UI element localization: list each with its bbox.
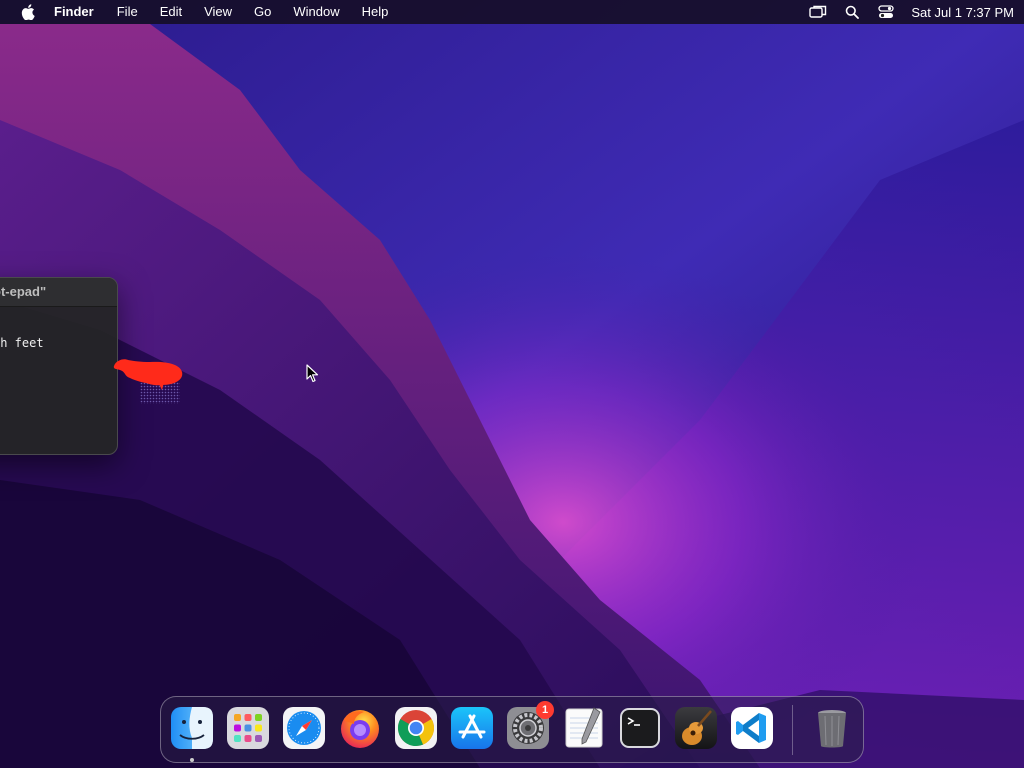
app-store-icon[interactable] — [450, 706, 494, 750]
trash-icon[interactable] — [810, 706, 854, 750]
launchpad-icon[interactable] — [226, 706, 270, 750]
mouse-cursor-icon — [306, 364, 320, 384]
chrome-icon[interactable] — [394, 706, 438, 750]
terminal-icon[interactable] — [618, 706, 662, 750]
menu-window[interactable]: Window — [293, 0, 339, 24]
menu-app-finder[interactable]: Finder — [54, 0, 94, 24]
menu-edit[interactable]: Edit — [160, 0, 182, 24]
notification-badge: 1 — [536, 701, 554, 719]
safari-icon[interactable] — [282, 706, 326, 750]
menu-file[interactable]: File — [117, 0, 138, 24]
terminal-line: y — [0, 321, 117, 336]
terminal-title[interactable]: ot-epad" — [0, 278, 117, 307]
garageband-icon[interactable] — [674, 706, 718, 750]
apple-icon[interactable] — [20, 4, 36, 20]
menu-clock[interactable]: Sat Jul 1 7:37 PM — [911, 5, 1014, 20]
terminal-content[interactable]: yhh feet — [0, 307, 117, 351]
textedit-icon[interactable] — [562, 706, 606, 750]
vscode-icon[interactable] — [730, 706, 774, 750]
finder-icon[interactable] — [170, 706, 214, 750]
finder-running-indicator — [190, 758, 194, 762]
menu-go[interactable]: Go — [254, 0, 271, 24]
dock: 1 — [160, 696, 864, 763]
dock-separator — [792, 705, 793, 755]
red-scribble-mark — [110, 352, 188, 408]
menu-bar: Finder File Edit View Go Window Help Sat… — [0, 0, 1024, 24]
control-center-icon[interactable] — [877, 4, 895, 20]
menu-view[interactable]: View — [204, 0, 232, 24]
firefox-icon[interactable] — [338, 706, 382, 750]
menu-help[interactable]: Help — [362, 0, 389, 24]
system-settings-icon[interactable]: 1 — [506, 701, 554, 750]
spotlight-search-icon[interactable] — [843, 4, 861, 20]
screen-mirroring-icon[interactable] — [809, 4, 827, 20]
terminal-line: hh feet — [0, 336, 44, 350]
terminal-window[interactable]: ot-epad" yhh feet — [0, 277, 118, 455]
